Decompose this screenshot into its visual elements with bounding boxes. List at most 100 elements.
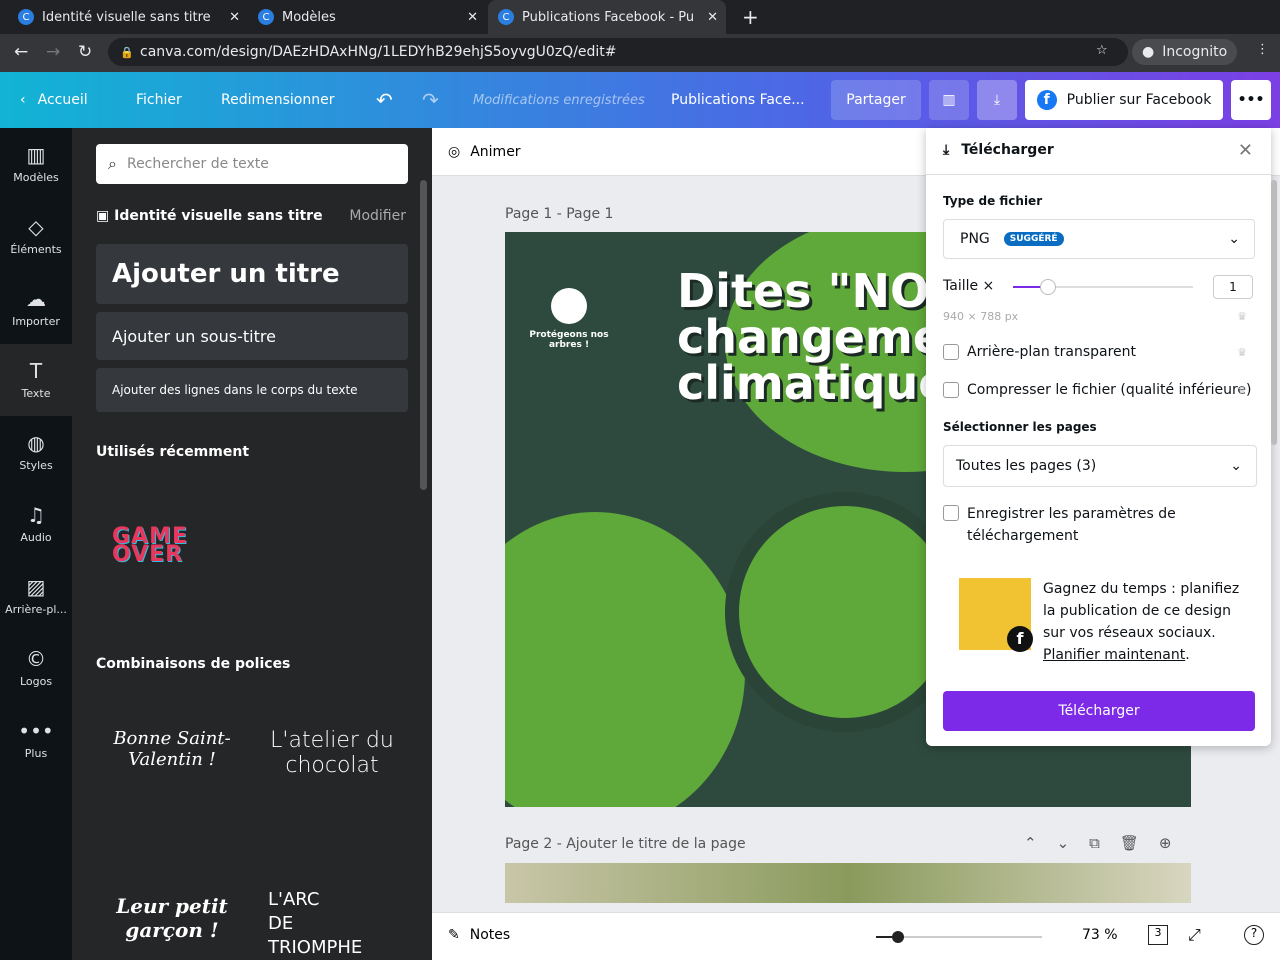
rail-icon: ☁ (26, 286, 46, 311)
text-panel: ⌕ Rechercher de texte ▣ Identité visuelle… (72, 128, 444, 960)
move-down-icon[interactable]: ⌄ (1057, 834, 1070, 852)
document-title[interactable]: Publications Face... (671, 72, 805, 128)
crown-icon: ♛ (1237, 384, 1247, 397)
rail-icon: ••• (18, 718, 54, 743)
insights-icon[interactable]: ▥ (929, 80, 969, 120)
recent-font-game-over[interactable]: GAME OVER (112, 526, 236, 566)
rail-icon: T (29, 358, 43, 383)
size-slider[interactable] (1013, 279, 1193, 295)
pages-select[interactable]: Toutes les pages (3) ⌄ (943, 445, 1257, 487)
duplicate-icon[interactable]: ⧉ (1089, 834, 1100, 852)
download-button[interactable]: Télécharger (943, 691, 1255, 731)
crown-icon: ♛ (1237, 310, 1247, 323)
save-status: Modifications enregistrées (473, 92, 645, 108)
rail-item-audio[interactable]: ♫ Audio (0, 488, 72, 560)
chevron-down-icon: ⌄ (1228, 231, 1240, 247)
rail-label: Texte (21, 386, 51, 400)
incognito-icon: ● (1142, 44, 1155, 60)
incognito-badge[interactable]: ● Incognito (1132, 39, 1238, 65)
undo-icon[interactable]: ↶ (376, 72, 393, 128)
size-input[interactable]: 1 (1213, 275, 1253, 299)
share-button[interactable]: Partager (831, 80, 921, 120)
rail-item-plus[interactable]: ••• Plus (0, 704, 72, 776)
divider (926, 174, 1271, 175)
modify-link[interactable]: Modifier (349, 208, 406, 224)
zoom-level[interactable]: 73 % (1082, 927, 1118, 943)
notes-button[interactable]: ✎ Notes (448, 927, 510, 943)
rail-item-arrière-pl-[interactable]: ▨ Arrière-pl... (0, 560, 72, 632)
poster-logo-text: Protégeons nos arbres ! (529, 330, 609, 350)
compress-label: Compresser le fichier (qualité inférieur… (967, 382, 1252, 398)
browser-menu-icon[interactable]: ⋮ (1256, 42, 1269, 57)
rail-item-modèles[interactable]: ▥ Modèles (0, 128, 72, 200)
rail-icon: ◇ (28, 214, 44, 239)
close-tab-icon[interactable]: ✕ (229, 10, 240, 25)
browser-tab-active[interactable]: C Publications Facebook - Pu ✕ (488, 0, 726, 34)
font-combos-heading: Combinaisons de polices (96, 656, 291, 672)
rail-icon: © (26, 646, 46, 671)
download-panel: ⤓ Télécharger ✕ Type de fichier PNG SUGGÉR… (926, 128, 1271, 746)
zoom-slider[interactable] (876, 931, 1042, 943)
more-options-icon[interactable]: ••• (1231, 80, 1271, 120)
rail-item-importer[interactable]: ☁ Importer (0, 272, 72, 344)
rail-item-logos[interactable]: © Logos (0, 632, 72, 704)
rail-label: Plus (24, 746, 48, 760)
file-type-select[interactable]: PNG SUGGÉRÉ ⌄ (943, 219, 1255, 259)
add-heading-button[interactable]: Ajouter un titre (96, 244, 408, 304)
page-scrollbar[interactable] (1271, 180, 1277, 445)
canva-favicon-icon: C (18, 9, 34, 25)
font-combo-item[interactable]: L'atelier du chocolat (268, 728, 396, 778)
schedule-link[interactable]: Planifier maintenant (1043, 647, 1185, 663)
home-button[interactable]: ‹ Accueil (20, 72, 88, 128)
font-combo-item[interactable]: Bonne Saint-Valentin ! (112, 728, 232, 770)
rail-icon: ◍ (27, 430, 45, 455)
font-combo-item[interactable]: Leur petit garçon ! (112, 894, 232, 942)
add-subheading-button[interactable]: Ajouter un sous-titre (96, 312, 408, 360)
file-type-label: Type de fichier (943, 194, 1043, 208)
close-icon[interactable]: ✕ (1238, 140, 1253, 161)
fullscreen-icon[interactable]: ⤢ (1188, 925, 1201, 945)
recent-heading: Utilisés récemment (96, 444, 250, 460)
file-menu-button[interactable]: Fichier (136, 72, 182, 128)
rail-item-texte[interactable]: T Texte (0, 344, 72, 416)
page-count-button[interactable]: 3 (1148, 925, 1168, 945)
add-page-icon[interactable]: ⊕ (1159, 834, 1172, 852)
help-icon[interactable]: ? (1244, 925, 1264, 945)
rail-label: Importer (12, 314, 60, 328)
add-body-text-button[interactable]: Ajouter des lignes dans le corps du text… (96, 368, 408, 412)
close-tab-icon[interactable]: ✕ (707, 10, 718, 25)
reload-icon[interactable]: ↻ (78, 42, 92, 62)
panel-scrollbar[interactable] (420, 180, 427, 490)
rail-item-éléments[interactable]: ◇ Éléments (0, 200, 72, 272)
browser-tab[interactable]: C Identité visuelle sans titre ✕ (8, 0, 248, 34)
rail-label: Styles (19, 458, 53, 472)
trash-icon[interactable]: 🗑 (1120, 834, 1139, 852)
rail-label: Logos (19, 674, 53, 688)
tree-logo-icon (551, 288, 587, 324)
browser-tab[interactable]: C Modèles ✕ (248, 0, 486, 34)
close-tab-icon[interactable]: ✕ (467, 10, 478, 25)
save-settings-checkbox[interactable] (943, 505, 959, 521)
promo-thumbnail: f (959, 578, 1033, 652)
download-icon: ⤓ (943, 142, 950, 158)
new-tab-button[interactable]: + (732, 0, 769, 34)
compress-checkbox[interactable] (943, 382, 959, 398)
publish-facebook-button[interactable]: f Publier sur Facebook (1025, 80, 1223, 120)
url-field[interactable]: 🔒 canva.com/design/DAEzHDAxHNg/1LEDYhB29e… (108, 38, 1128, 66)
resize-button[interactable]: Redimensionner (221, 72, 334, 128)
font-combo-item[interactable]: L'ARC DE TRIOMPHE (268, 888, 362, 960)
rail-label: Arrière-pl... (5, 602, 67, 616)
redo-icon[interactable]: ↷ (422, 72, 439, 128)
download-icon[interactable]: ⤓ (977, 80, 1017, 120)
forward-icon[interactable]: → (46, 42, 60, 62)
rail-item-styles[interactable]: ◍ Styles (0, 416, 72, 488)
back-icon[interactable]: ← (14, 42, 28, 62)
transparent-checkbox[interactable] (943, 344, 959, 360)
page-actions: ⌃ ⌄ ⧉ 🗑 ⊕ (1024, 834, 1172, 852)
star-icon[interactable]: ☆ (1096, 43, 1108, 58)
search-input[interactable]: ⌕ Rechercher de texte (96, 144, 408, 184)
page-2-label: Page 2 - Ajouter le titre de la page (505, 836, 746, 852)
design-page-2[interactable] (505, 863, 1191, 903)
page-1-label: Page 1 - Page 1 (505, 206, 614, 222)
move-up-icon[interactable]: ⌃ (1024, 834, 1037, 852)
